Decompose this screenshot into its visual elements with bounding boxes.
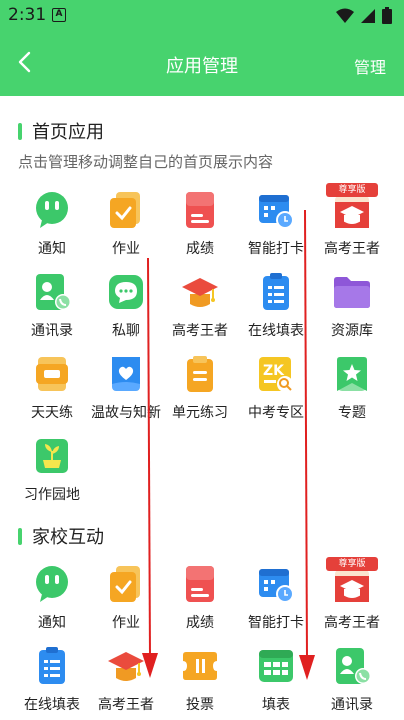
app-item[interactable]: 成绩 [160,564,240,632]
app-label: 高考王者 [172,323,228,339]
homework-icon [106,190,146,230]
section-marker [18,527,22,545]
section-home-school: 家校互动 [18,523,104,549]
premium-badge: 尊享版 [326,183,378,197]
wifi-icon [336,8,354,23]
chat-icon [32,564,72,604]
section-title: 家校互动 [32,527,104,548]
contacts-icon [332,646,372,686]
app-item[interactable]: 通讯录 [312,646,392,714]
manage-button[interactable]: 管理 [354,54,386,78]
app-label: 高考王者 [98,697,154,713]
app-label: 投票 [186,697,214,713]
status-icons [336,7,392,24]
status-time: 2:31 [8,5,47,25]
gaokao-badge-icon: 尊享版 [326,183,378,230]
app-item[interactable]: 资源库 [312,272,392,340]
app-label: 成绩 [186,615,214,631]
premium-badge: 尊享版 [326,557,378,571]
app-label: 习作园地 [24,487,80,503]
app-label: 专题 [338,405,366,421]
section-title: 首页应用 [32,122,104,143]
app-item[interactable]: 通知 [12,564,92,632]
page-title: 应用管理 [166,56,238,77]
app-item[interactable]: 尊享版 高考王者 [312,183,392,258]
app-label: 资源库 [331,323,373,339]
app-label: 单元练习 [172,405,228,421]
contacts-icon [32,272,72,312]
app-item[interactable]: 天天练 [12,354,92,422]
calendar-clock-icon [256,190,296,230]
section-home-apps: 首页应用 [18,118,104,144]
grid-table-icon [256,646,296,686]
app-item[interactable]: 通讯录 [12,272,92,340]
gaokao-badge-icon: 尊享版 [326,557,378,604]
app-label: 作业 [112,241,140,257]
app-item[interactable]: 高考王者 [160,272,240,340]
app-label: 高考王者 [324,241,380,257]
notification-icon: A [52,8,66,22]
app-label: 高考王者 [324,615,380,631]
folder-icon [332,272,372,312]
clipboard-icon [180,354,220,394]
app-item[interactable]: 通知 [12,190,92,258]
app-item[interactable]: 尊享版 高考王者 [312,557,392,632]
app-label: 通知 [38,241,66,257]
app-label: 填表 [262,697,290,713]
plant-icon [32,436,72,476]
battery-icon [382,7,392,24]
ticket-icon [180,646,220,686]
app-item[interactable]: 作业 [86,190,166,258]
app-item[interactable]: 成绩 [160,190,240,258]
app-item[interactable]: 单元练习 [160,354,240,422]
calendar-clock-icon [256,564,296,604]
section-subtitle: 点击管理移动调整自己的首页展示内容 [18,153,274,171]
app-label: 天天练 [31,405,73,421]
zk-icon: ZK [256,354,296,394]
section-marker [18,122,22,140]
app-item[interactable]: 在线填表 [12,646,92,714]
form-icon [256,272,296,312]
star-bookmark-icon [332,354,372,394]
red-arrow [142,258,158,678]
score-icon [180,190,220,230]
app-label: 通知 [38,615,66,631]
app-bar: 应用管理 管理 [0,32,404,96]
app-label: 通讯录 [31,323,73,339]
app-item[interactable]: 专题 [312,354,392,422]
graduation-cap-icon [180,272,220,312]
status-bar: 2:31 A [0,0,404,32]
app-label: 在线填表 [24,697,80,713]
svg-text:ZK: ZK [263,363,285,379]
score-icon [180,564,220,604]
app-label: 通讯录 [331,697,373,713]
signal-icon [361,8,375,23]
app-item[interactable]: 投票 [160,646,240,714]
app-item[interactable]: 习作园地 [12,436,92,504]
chat-icon [32,190,72,230]
app-label: 成绩 [186,241,214,257]
form-icon [32,646,72,686]
red-arrow [299,210,315,680]
daily-practice-icon [32,354,72,394]
